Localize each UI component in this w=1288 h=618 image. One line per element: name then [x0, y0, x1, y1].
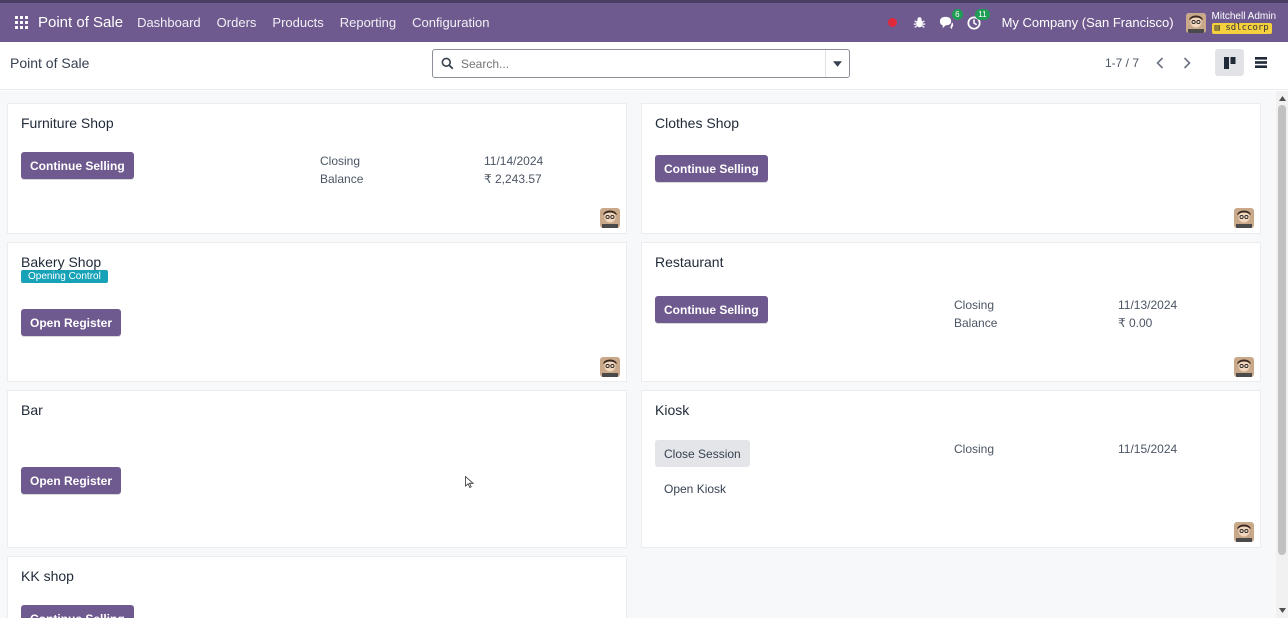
search-options-toggle[interactable]	[825, 50, 849, 77]
pos-card-bakery-shop: Bakery Shop Opening Control Open Registe…	[7, 242, 627, 382]
card-title: Kiosk	[655, 402, 690, 418]
chevron-right-icon	[1183, 57, 1191, 69]
scroll-up-icon[interactable]	[1278, 94, 1286, 102]
responsible-avatar[interactable]	[600, 357, 620, 377]
record-icon[interactable]	[884, 14, 902, 32]
opening-control-badge: Opening Control	[21, 270, 108, 283]
messages-count-badge: 6	[952, 8, 963, 20]
open-kiosk-link[interactable]: Open Kiosk	[664, 482, 726, 496]
card-title: Furniture Shop	[21, 115, 114, 131]
pos-card-restaurant: Restaurant Continue Selling Closing 11/1…	[641, 242, 1261, 382]
balance-label: Balance	[320, 172, 364, 186]
scroll-down-icon[interactable]	[1278, 606, 1286, 614]
pos-card-kk-shop: KK shop Continue Selling	[7, 556, 627, 618]
search-icon	[433, 50, 461, 77]
card-title: Restaurant	[655, 254, 724, 270]
pager-value[interactable]: 1-7 / 7	[1105, 56, 1139, 70]
activities-count-badge: 11	[975, 8, 990, 20]
responsible-avatar[interactable]	[1234, 522, 1254, 542]
list-icon	[1254, 57, 1267, 68]
list-view-button[interactable]	[1246, 49, 1275, 76]
open-register-button[interactable]: Open Register	[21, 467, 122, 494]
company-switcher[interactable]: My Company (San Francisco)	[1002, 15, 1174, 30]
mouse-cursor-icon	[465, 475, 475, 491]
card-title: KK shop	[21, 568, 74, 584]
continue-selling-button[interactable]: Continue Selling	[655, 155, 768, 182]
responsible-avatar[interactable]	[600, 208, 620, 228]
card-title: Clothes Shop	[655, 115, 740, 131]
vertical-scrollbar[interactable]	[1276, 91, 1288, 618]
closing-label: Closing	[954, 442, 995, 456]
card-title: Bakery Shop	[21, 254, 102, 270]
balance-value: ₹ 0.00	[1118, 316, 1153, 330]
user-menu[interactable]: Mitchell Admin ▤ sdlccorp	[1211, 11, 1276, 34]
apps-menu-icon[interactable]	[6, 8, 36, 38]
closing-label: Closing	[320, 154, 361, 168]
scrollbar-thumb[interactable]	[1278, 105, 1286, 555]
caret-down-icon	[833, 60, 842, 67]
menu-orders[interactable]: Orders	[217, 15, 257, 30]
pager-next-button[interactable]	[1175, 51, 1199, 75]
pager-previous-button[interactable]	[1148, 51, 1172, 75]
search-input[interactable]	[461, 56, 825, 71]
search-bar[interactable]	[432, 49, 850, 78]
user-avatar[interactable]	[1185, 12, 1206, 33]
kanban-view-button[interactable]	[1215, 49, 1244, 76]
open-register-button[interactable]: Open Register	[21, 309, 122, 336]
activities-clock-icon[interactable]: 11	[965, 8, 990, 32]
app-title[interactable]: Point of Sale	[38, 14, 123, 31]
database-name: sdlccorp	[1225, 23, 1269, 33]
user-name: Mitchell Admin	[1211, 11, 1276, 22]
continue-selling-button[interactable]: Continue Selling	[655, 296, 768, 323]
bug-icon[interactable]	[911, 14, 929, 32]
balance-label: Balance	[954, 316, 998, 330]
card-title: Bar	[21, 402, 43, 418]
continue-selling-button[interactable]: Continue Selling	[21, 152, 134, 179]
pos-card-furniture-shop: Furniture Shop Continue Selling Closing …	[7, 103, 627, 234]
continue-selling-button[interactable]: Continue Selling	[21, 605, 134, 618]
menu-reporting[interactable]: Reporting	[340, 15, 396, 30]
top-navbar: Point of Sale Dashboard Orders Products …	[0, 0, 1288, 42]
breadcrumb: Point of Sale	[10, 55, 90, 71]
balance-value: ₹ 2,243.57	[484, 172, 542, 186]
database-tag: ▤ sdlccorp	[1211, 23, 1272, 34]
closing-label: Closing	[954, 298, 995, 312]
responsible-avatar[interactable]	[1234, 357, 1254, 377]
pos-card-bar: Bar Open Register	[7, 390, 627, 548]
messages-icon[interactable]: 6	[938, 8, 963, 32]
menu-products[interactable]: Products	[272, 15, 323, 30]
close-session-button[interactable]: Close Session	[655, 440, 750, 467]
closing-date: 11/14/2024	[484, 154, 544, 168]
control-panel: Point of Sale 1-7 / 7	[0, 42, 1288, 90]
menu-dashboard[interactable]: Dashboard	[137, 15, 201, 30]
chevron-left-icon	[1156, 57, 1164, 69]
pos-card-clothes-shop: Clothes Shop Continue Selling	[641, 103, 1261, 234]
kanban-icon	[1223, 56, 1235, 69]
responsible-avatar[interactable]	[1234, 208, 1254, 228]
navbar-systray: 6 11 My Company (San Francisco) Mitchell…	[884, 3, 1276, 42]
closing-date: 11/13/2024	[1118, 298, 1178, 312]
kanban-view: Furniture Shop Continue Selling Closing …	[0, 91, 1276, 618]
closing-date: 11/15/2024	[1118, 442, 1178, 456]
menu-configuration[interactable]: Configuration	[412, 15, 489, 30]
pos-card-kiosk: Kiosk Close Session Open Kiosk Closing 1…	[641, 390, 1261, 548]
